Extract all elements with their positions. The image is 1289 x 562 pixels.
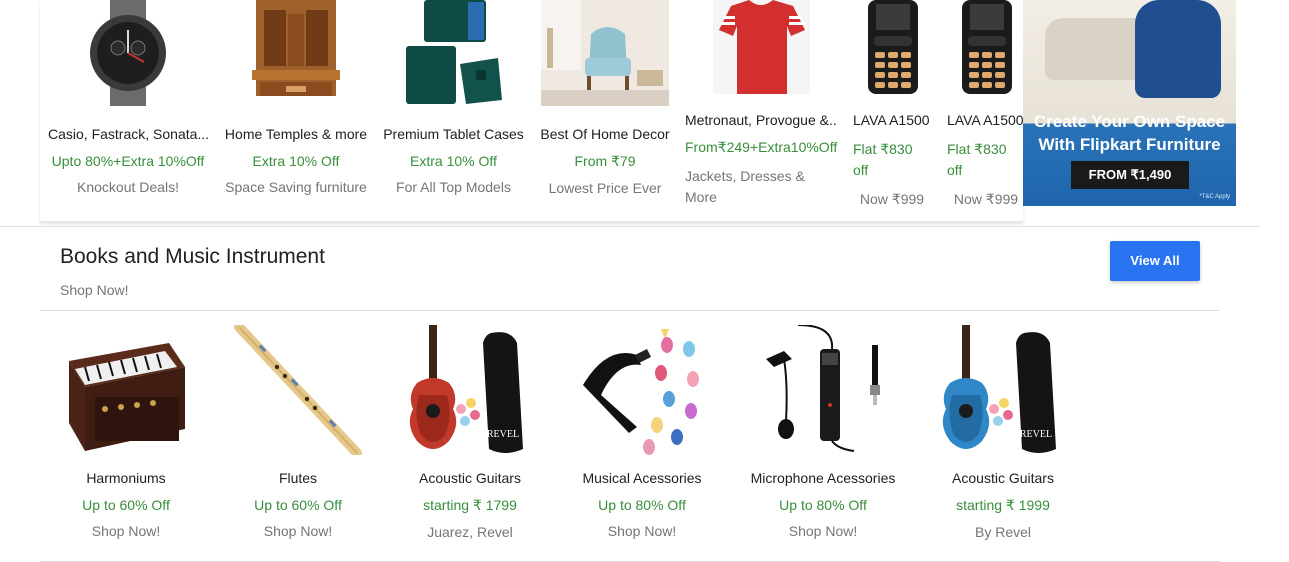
deal-tag: Lowest Price Ever (548, 180, 662, 196)
card-name: Acoustic Guitars (952, 470, 1054, 486)
tablet-case-image (402, 0, 506, 106)
card-name: Microphone Acessories (750, 470, 896, 486)
card-name: Acoustic Guitars (419, 470, 521, 486)
deal-name: Casio, Fastrack, Sonata... (48, 126, 210, 142)
deal-tag: Jackets, Dresses & More (685, 168, 805, 205)
section-divider (40, 310, 1220, 311)
deal-card-phone-1[interactable]: LAVA A1500 Flat ₹830 off Now ₹999 (853, 0, 943, 208)
deal-tag: Now ₹999 (859, 191, 925, 207)
card-offer: Up to 60% Off (82, 497, 170, 513)
deal-offer: Flat ₹830 off (947, 141, 1007, 178)
deal-name: Metronaut, Provogue &.. (685, 112, 837, 128)
product-card-microphone-accessories[interactable]: Microphone Acessories Up to 80% Off Shop… (742, 324, 904, 539)
guitar-capo-picks-image (577, 325, 707, 455)
deal-card-home-temples[interactable]: Home Temples & more Extra 10% Off Space … (216, 0, 376, 195)
flute-image (233, 322, 363, 458)
deal-tag: Now ₹999 (953, 191, 1019, 207)
section-subtitle[interactable]: Shop Now! (60, 282, 128, 298)
deal-card-fashion[interactable]: Metronaut, Provogue &.. From₹249+Extra10… (680, 0, 840, 208)
feature-phone-image (866, 0, 920, 94)
card-offer: starting ₹ 1799 (423, 497, 517, 513)
card-tag: Shop Now! (607, 523, 677, 539)
deal-name: Home Temples & more (224, 126, 368, 142)
deal-card-tablet-cases[interactable]: Premium Tablet Cases Extra 10% Off For A… (376, 0, 531, 195)
deal-name: LAVA A1500 (853, 112, 930, 128)
product-card-musical-accessories[interactable]: Musical Acessories Up to 80% Off Shop No… (562, 325, 722, 539)
product-card-acoustic-guitars-red[interactable]: REVEL Acoustic Guitars starting ₹ 1799 J… (390, 325, 550, 540)
page: Casio, Fastrack, Sonata... Upto 80%+Extr… (0, 0, 1289, 562)
card-tag: Shop Now! (263, 523, 333, 539)
deal-name: Premium Tablet Cases (383, 126, 524, 142)
deal-offer: Extra 10% Off (252, 153, 340, 169)
card-name: Harmoniums (86, 470, 166, 486)
banner-line-2: With Flipkart Furniture (1038, 135, 1221, 154)
armchair-image (1135, 0, 1221, 98)
top-deals-strip: Casio, Fastrack, Sonata... Upto 80%+Extr… (40, 0, 1023, 222)
deal-tag: Space Saving furniture (225, 179, 367, 195)
deal-name: Best Of Home Decor (540, 126, 670, 142)
wristwatch-image (80, 0, 176, 106)
deal-name: LAVA A1500 (947, 112, 1023, 128)
deal-offer: Flat ₹830 off (853, 141, 913, 178)
guitar-bag-brand: REVEL (487, 429, 519, 440)
banner-line-1: Create Your Own Space (1033, 112, 1226, 131)
red-guitar-image: REVEL (405, 325, 535, 455)
card-tag: Shop Now! (788, 523, 858, 539)
deal-card-phone-2[interactable]: LAVA A1500 Flat ₹830 off Now ₹999 (947, 0, 1023, 208)
card-name: Flutes (278, 470, 318, 486)
books-music-section: Books and Music Instrument Shop Now! Vie… (0, 226, 1260, 562)
deal-offer: From ₹79 (574, 153, 636, 169)
blue-guitar-image: REVEL (938, 325, 1068, 455)
card-tag: Shop Now! (91, 523, 161, 539)
section-title: Books and Music Instrument (60, 245, 325, 268)
product-card-flutes[interactable]: Flutes Up to 60% Off Shop Now! (218, 322, 378, 539)
guitar-bag-brand: REVEL (1020, 429, 1052, 440)
furniture-promo-banner[interactable]: Create Your Own Space With Flipkart Furn… (1023, 0, 1236, 206)
banner-price-button: FROM ₹1,490 (1071, 161, 1189, 189)
card-tag: Juarez, Revel (427, 524, 513, 540)
deal-card-watches[interactable]: Casio, Fastrack, Sonata... Upto 80%+Extr… (48, 0, 210, 195)
deal-offer: From₹249+Extra10%Off (685, 139, 838, 155)
harmonium-image (61, 325, 191, 455)
deal-card-home-decor[interactable]: Best Of Home Decor From ₹79 Lowest Price… (535, 0, 675, 196)
deal-tag: For All Top Models (396, 179, 511, 195)
product-card-acoustic-guitars-blue[interactable]: REVEL Acoustic Guitars starting ₹ 1999 B… (923, 325, 1083, 540)
product-card-harmoniums[interactable]: Harmoniums Up to 60% Off Shop Now! (46, 325, 206, 539)
feature-phone-image (960, 0, 1014, 94)
card-tag: By Revel (974, 524, 1032, 540)
lapel-microphone-image (758, 324, 888, 455)
wooden-temple-image (246, 0, 346, 106)
banner-fine-print: *T&C Apply (1199, 194, 1230, 200)
red-tshirt-image (713, 0, 810, 94)
view-all-button[interactable]: View All (1110, 241, 1200, 281)
card-name: Musical Acessories (582, 470, 702, 486)
armchair-decor-image (541, 0, 669, 106)
card-offer: Up to 80% Off (598, 497, 686, 513)
card-offer: Up to 60% Off (254, 497, 342, 513)
deal-offer: Upto 80%+Extra 10%Off (51, 153, 205, 169)
banner-headline: Create Your Own Space With Flipkart Furn… (1023, 110, 1236, 156)
deal-offer: Extra 10% Off (410, 153, 497, 169)
deal-tag: Knockout Deals! (77, 179, 179, 195)
card-offer: starting ₹ 1999 (956, 497, 1050, 513)
card-offer: Up to 80% Off (779, 497, 867, 513)
